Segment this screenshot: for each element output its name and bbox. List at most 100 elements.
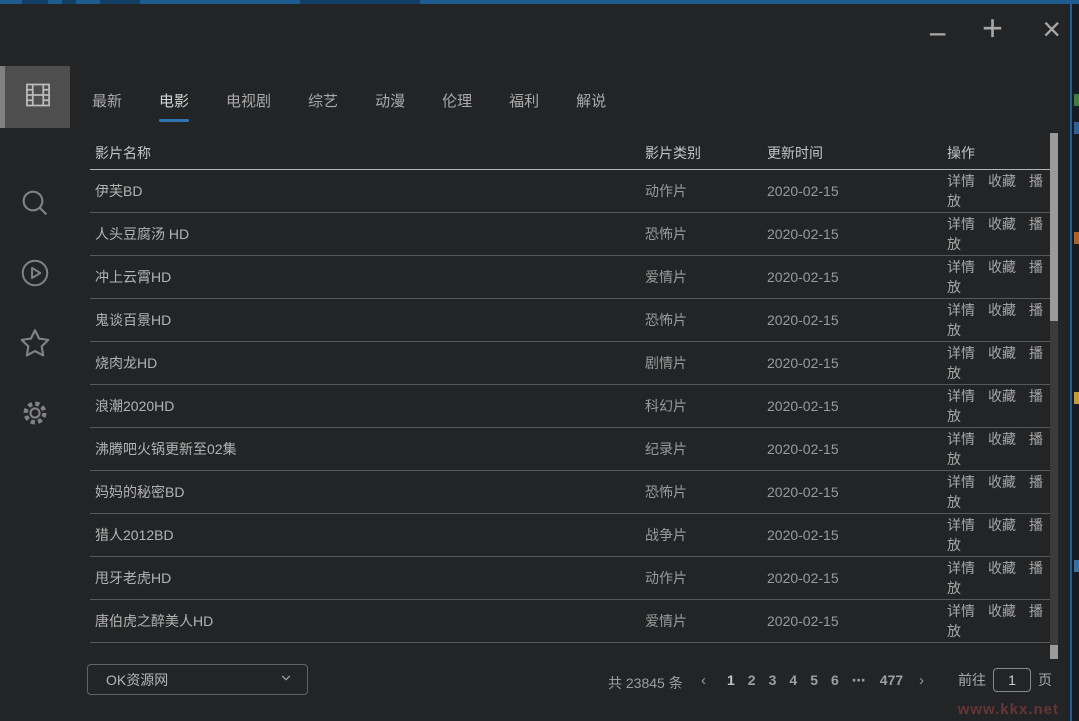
source-select[interactable]: OK资源网 [87, 664, 308, 695]
movie-category: 爱情片 [645, 613, 687, 629]
action-favorite-link[interactable]: 收藏 [988, 560, 1016, 576]
page-button-1[interactable]: 1 [727, 672, 735, 689]
movie-name: 甩牙老虎HD [95, 570, 172, 586]
movie-updated: 2020-02-15 [767, 269, 839, 285]
action-favorite-link[interactable]: 收藏 [988, 259, 1016, 275]
tab-variety[interactable]: 综艺 [308, 90, 338, 122]
action-detail-link[interactable]: 详情 [947, 560, 975, 576]
scrollbar-thumb[interactable] [1050, 133, 1058, 321]
chevron-down-icon [279, 671, 293, 688]
movie-category: 科幻片 [645, 398, 687, 414]
action-detail-link[interactable]: 详情 [947, 216, 975, 232]
action-detail-link[interactable]: 详情 [947, 517, 975, 533]
minimize-button[interactable]: − [928, 18, 947, 50]
star-icon [18, 326, 52, 365]
movie-name: 人头豆腐汤 HD [95, 226, 190, 242]
movie-name: 沸腾吧火锅更新至02集 [95, 441, 237, 457]
search-icon [19, 187, 51, 224]
action-favorite-link[interactable]: 收藏 [988, 173, 1016, 189]
movie-updated: 2020-02-15 [767, 613, 839, 629]
maximize-button[interactable]: + [982, 10, 1003, 46]
action-favorite-link[interactable]: 收藏 [988, 517, 1016, 533]
action-favorite-link[interactable]: 收藏 [988, 431, 1016, 447]
play-circle-icon [19, 257, 51, 294]
movie-updated: 2020-02-15 [767, 226, 839, 242]
tab-latest[interactable]: 最新 [92, 90, 122, 122]
sidebar-item-settings[interactable] [0, 392, 70, 438]
gear-icon [19, 397, 51, 434]
table-row: 鬼谈百景HD 恐怖片 2020-02-15 详情 收藏 播放 [90, 299, 1050, 342]
action-favorite-link[interactable]: 收藏 [988, 474, 1016, 490]
background-window-top-edge [0, 0, 1079, 4]
page-button-5[interactable]: 5 [810, 672, 818, 689]
movie-category: 纪录片 [645, 441, 687, 457]
tab-ethics[interactable]: 伦理 [442, 90, 472, 122]
row-actions: 详情 收藏 播放 [947, 558, 1050, 598]
movie-category: 恐怖片 [645, 484, 687, 500]
row-actions: 详情 收藏 播放 [947, 386, 1050, 426]
movie-name: 冲上云霄HD [95, 269, 172, 285]
tab-tv[interactable]: 电视剧 [226, 90, 271, 122]
action-favorite-link[interactable]: 收藏 [988, 388, 1016, 404]
movie-updated: 2020-02-15 [767, 527, 839, 543]
sidebar-item-player[interactable] [0, 252, 70, 298]
table-row: 冲上云霄HD 爱情片 2020-02-15 详情 收藏 播放 [90, 256, 1050, 299]
action-detail-link[interactable]: 详情 [947, 345, 975, 361]
action-favorite-link[interactable]: 收藏 [988, 345, 1016, 361]
movie-name: 鬼谈百景HD [95, 312, 172, 328]
action-detail-link[interactable]: 详情 [947, 388, 975, 404]
table-row: 妈妈的秘密BD 恐怖片 2020-02-15 详情 收藏 播放 [90, 471, 1050, 514]
action-detail-link[interactable]: 详情 [947, 603, 975, 619]
page-button-3[interactable]: 3 [769, 672, 777, 689]
movie-updated: 2020-02-15 [767, 570, 839, 586]
tab-anime[interactable]: 动漫 [375, 90, 405, 122]
background-window-right-edge [1070, 4, 1079, 721]
table-row: 烧肉龙HD 剧情片 2020-02-15 详情 收藏 播放 [90, 342, 1050, 385]
scrollbar-endcap [1050, 645, 1058, 659]
action-detail-link[interactable]: 详情 [947, 431, 975, 447]
row-actions: 详情 收藏 播放 [947, 257, 1050, 297]
action-detail-link[interactable]: 详情 [947, 173, 975, 189]
goto-page: 前往 页 [958, 668, 1052, 692]
page-button-6[interactable]: 6 [831, 672, 839, 689]
movie-name: 烧肉龙HD [95, 355, 158, 371]
vertical-scrollbar[interactable] [1050, 133, 1058, 659]
prev-page-button[interactable]: ‹ [701, 672, 706, 689]
movie-name: 猎人2012BD [95, 527, 174, 543]
table-row: 浪潮2020HD 科幻片 2020-02-15 详情 收藏 播放 [90, 385, 1050, 428]
sidebar-item-search[interactable] [0, 182, 70, 228]
movie-category: 动作片 [645, 183, 687, 199]
movie-name: 伊芙BD [95, 183, 143, 199]
action-detail-link[interactable]: 详情 [947, 474, 975, 490]
action-favorite-link[interactable]: 收藏 [988, 216, 1016, 232]
next-page-button[interactable]: › [919, 672, 924, 689]
movie-updated: 2020-02-15 [767, 398, 839, 414]
page-button-2[interactable]: 2 [748, 672, 756, 689]
action-detail-link[interactable]: 详情 [947, 259, 975, 275]
page-button-4[interactable]: 4 [789, 672, 797, 689]
goto-page-input[interactable] [993, 668, 1031, 692]
tab-movie[interactable]: 电影 [159, 90, 189, 122]
sidebar-item-library[interactable] [0, 66, 70, 128]
movie-updated: 2020-02-15 [767, 312, 839, 328]
table-row: 甩牙老虎HD 动作片 2020-02-15 详情 收藏 播放 [90, 557, 1050, 600]
movie-category: 恐怖片 [645, 312, 687, 328]
action-favorite-link[interactable]: 收藏 [988, 302, 1016, 318]
watermark-text: www.kkx.net [957, 701, 1059, 718]
movie-category: 动作片 [645, 570, 687, 586]
close-button[interactable]: × [1042, 13, 1061, 45]
movie-category: 战争片 [645, 527, 687, 543]
tab-welfare[interactable]: 福利 [509, 90, 539, 122]
movie-name: 唐伯虎之醉美人HD [95, 613, 214, 629]
sidebar-item-favorites[interactable] [0, 322, 70, 368]
row-actions: 详情 收藏 播放 [947, 515, 1050, 555]
row-actions: 详情 收藏 播放 [947, 472, 1050, 512]
action-detail-link[interactable]: 详情 [947, 302, 975, 318]
tab-comment[interactable]: 解说 [576, 90, 606, 122]
table-row: 猎人2012BD 战争片 2020-02-15 详情 收藏 播放 [90, 514, 1050, 557]
column-header-name: 影片名称 [95, 144, 151, 161]
table-row: 唐伯虎之醉美人HD 爱情片 2020-02-15 详情 收藏 播放 [90, 600, 1050, 643]
movie-updated: 2020-02-15 [767, 441, 839, 457]
action-favorite-link[interactable]: 收藏 [988, 603, 1016, 619]
page-button-477[interactable]: 477 [880, 672, 903, 689]
